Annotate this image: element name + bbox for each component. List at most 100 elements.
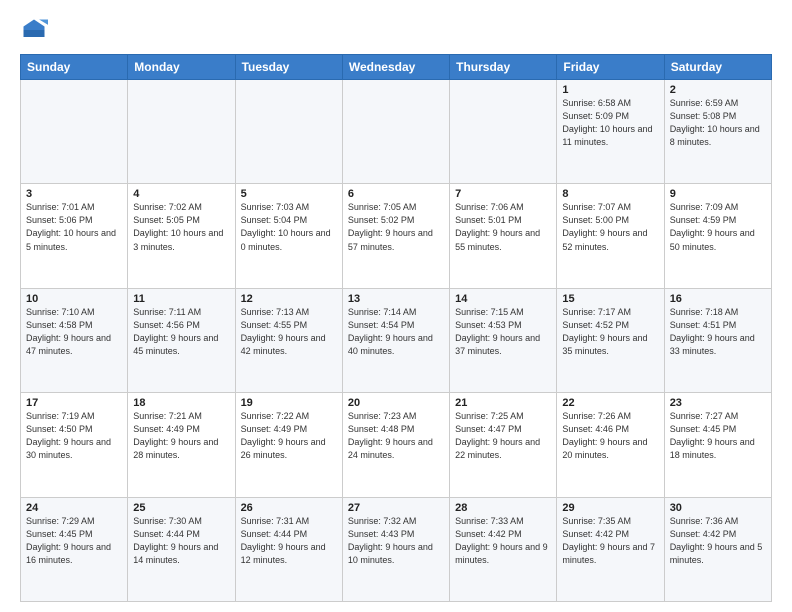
day-cell: 19Sunrise: 7:22 AM Sunset: 4:49 PM Dayli…: [235, 393, 342, 497]
day-cell: 5Sunrise: 7:03 AM Sunset: 5:04 PM Daylig…: [235, 184, 342, 288]
day-number: 20: [348, 397, 444, 409]
day-cell: 25Sunrise: 7:30 AM Sunset: 4:44 PM Dayli…: [128, 497, 235, 601]
day-number: 14: [455, 293, 551, 305]
day-cell: 30Sunrise: 7:36 AM Sunset: 4:42 PM Dayli…: [664, 497, 771, 601]
day-info: Sunrise: 7:07 AM Sunset: 5:00 PM Dayligh…: [562, 201, 658, 253]
day-number: 1: [562, 84, 658, 96]
day-info: Sunrise: 7:03 AM Sunset: 5:04 PM Dayligh…: [241, 201, 337, 253]
day-info: Sunrise: 7:05 AM Sunset: 5:02 PM Dayligh…: [348, 201, 444, 253]
day-cell: [128, 80, 235, 184]
day-number: 27: [348, 502, 444, 514]
day-info: Sunrise: 7:15 AM Sunset: 4:53 PM Dayligh…: [455, 306, 551, 358]
weekday-header-sunday: Sunday: [21, 55, 128, 80]
day-cell: 7Sunrise: 7:06 AM Sunset: 5:01 PM Daylig…: [450, 184, 557, 288]
day-info: Sunrise: 7:25 AM Sunset: 4:47 PM Dayligh…: [455, 410, 551, 462]
day-cell: 18Sunrise: 7:21 AM Sunset: 4:49 PM Dayli…: [128, 393, 235, 497]
logo: [20, 16, 52, 44]
day-number: 16: [670, 293, 766, 305]
day-cell: 14Sunrise: 7:15 AM Sunset: 4:53 PM Dayli…: [450, 288, 557, 392]
day-number: 11: [133, 293, 229, 305]
day-cell: 2Sunrise: 6:59 AM Sunset: 5:08 PM Daylig…: [664, 80, 771, 184]
day-number: 21: [455, 397, 551, 409]
day-number: 25: [133, 502, 229, 514]
day-number: 23: [670, 397, 766, 409]
day-cell: 27Sunrise: 7:32 AM Sunset: 4:43 PM Dayli…: [342, 497, 449, 601]
day-cell: 20Sunrise: 7:23 AM Sunset: 4:48 PM Dayli…: [342, 393, 449, 497]
day-cell: 1Sunrise: 6:58 AM Sunset: 5:09 PM Daylig…: [557, 80, 664, 184]
calendar-header: SundayMondayTuesdayWednesdayThursdayFrid…: [21, 55, 772, 80]
day-info: Sunrise: 7:18 AM Sunset: 4:51 PM Dayligh…: [670, 306, 766, 358]
day-cell: 3Sunrise: 7:01 AM Sunset: 5:06 PM Daylig…: [21, 184, 128, 288]
day-info: Sunrise: 7:26 AM Sunset: 4:46 PM Dayligh…: [562, 410, 658, 462]
day-info: Sunrise: 7:23 AM Sunset: 4:48 PM Dayligh…: [348, 410, 444, 462]
day-number: 3: [26, 188, 122, 200]
day-cell: [21, 80, 128, 184]
day-info: Sunrise: 7:33 AM Sunset: 4:42 PM Dayligh…: [455, 515, 551, 567]
day-info: Sunrise: 7:36 AM Sunset: 4:42 PM Dayligh…: [670, 515, 766, 567]
day-info: Sunrise: 7:30 AM Sunset: 4:44 PM Dayligh…: [133, 515, 229, 567]
day-number: 29: [562, 502, 658, 514]
day-number: 19: [241, 397, 337, 409]
day-cell: 29Sunrise: 7:35 AM Sunset: 4:42 PM Dayli…: [557, 497, 664, 601]
day-info: Sunrise: 7:06 AM Sunset: 5:01 PM Dayligh…: [455, 201, 551, 253]
day-cell: 11Sunrise: 7:11 AM Sunset: 4:56 PM Dayli…: [128, 288, 235, 392]
day-info: Sunrise: 7:21 AM Sunset: 4:49 PM Dayligh…: [133, 410, 229, 462]
day-cell: 22Sunrise: 7:26 AM Sunset: 4:46 PM Dayli…: [557, 393, 664, 497]
day-number: 8: [562, 188, 658, 200]
day-cell: 6Sunrise: 7:05 AM Sunset: 5:02 PM Daylig…: [342, 184, 449, 288]
calendar-body: 1Sunrise: 6:58 AM Sunset: 5:09 PM Daylig…: [21, 80, 772, 602]
day-number: 2: [670, 84, 766, 96]
day-number: 6: [348, 188, 444, 200]
week-row-2: 10Sunrise: 7:10 AM Sunset: 4:58 PM Dayli…: [21, 288, 772, 392]
day-info: Sunrise: 7:02 AM Sunset: 5:05 PM Dayligh…: [133, 201, 229, 253]
day-cell: 24Sunrise: 7:29 AM Sunset: 4:45 PM Dayli…: [21, 497, 128, 601]
day-cell: 17Sunrise: 7:19 AM Sunset: 4:50 PM Dayli…: [21, 393, 128, 497]
day-cell: 16Sunrise: 7:18 AM Sunset: 4:51 PM Dayli…: [664, 288, 771, 392]
day-number: 22: [562, 397, 658, 409]
day-info: Sunrise: 7:01 AM Sunset: 5:06 PM Dayligh…: [26, 201, 122, 253]
header: [20, 16, 772, 44]
day-cell: 8Sunrise: 7:07 AM Sunset: 5:00 PM Daylig…: [557, 184, 664, 288]
day-cell: 9Sunrise: 7:09 AM Sunset: 4:59 PM Daylig…: [664, 184, 771, 288]
weekday-header-wednesday: Wednesday: [342, 55, 449, 80]
weekday-row: SundayMondayTuesdayWednesdayThursdayFrid…: [21, 55, 772, 80]
day-cell: 26Sunrise: 7:31 AM Sunset: 4:44 PM Dayli…: [235, 497, 342, 601]
weekday-header-monday: Monday: [128, 55, 235, 80]
day-info: Sunrise: 6:59 AM Sunset: 5:08 PM Dayligh…: [670, 97, 766, 149]
weekday-header-tuesday: Tuesday: [235, 55, 342, 80]
day-number: 17: [26, 397, 122, 409]
day-number: 9: [670, 188, 766, 200]
calendar-table: SundayMondayTuesdayWednesdayThursdayFrid…: [20, 54, 772, 602]
day-info: Sunrise: 7:13 AM Sunset: 4:55 PM Dayligh…: [241, 306, 337, 358]
day-info: Sunrise: 7:11 AM Sunset: 4:56 PM Dayligh…: [133, 306, 229, 358]
day-number: 10: [26, 293, 122, 305]
day-number: 7: [455, 188, 551, 200]
day-cell: 4Sunrise: 7:02 AM Sunset: 5:05 PM Daylig…: [128, 184, 235, 288]
day-info: Sunrise: 7:17 AM Sunset: 4:52 PM Dayligh…: [562, 306, 658, 358]
day-info: Sunrise: 7:27 AM Sunset: 4:45 PM Dayligh…: [670, 410, 766, 462]
day-info: Sunrise: 7:14 AM Sunset: 4:54 PM Dayligh…: [348, 306, 444, 358]
week-row-3: 17Sunrise: 7:19 AM Sunset: 4:50 PM Dayli…: [21, 393, 772, 497]
day-number: 5: [241, 188, 337, 200]
day-cell: 21Sunrise: 7:25 AM Sunset: 4:47 PM Dayli…: [450, 393, 557, 497]
day-info: Sunrise: 6:58 AM Sunset: 5:09 PM Dayligh…: [562, 97, 658, 149]
day-cell: 13Sunrise: 7:14 AM Sunset: 4:54 PM Dayli…: [342, 288, 449, 392]
week-row-4: 24Sunrise: 7:29 AM Sunset: 4:45 PM Dayli…: [21, 497, 772, 601]
day-info: Sunrise: 7:31 AM Sunset: 4:44 PM Dayligh…: [241, 515, 337, 567]
day-cell: 12Sunrise: 7:13 AM Sunset: 4:55 PM Dayli…: [235, 288, 342, 392]
day-cell: 28Sunrise: 7:33 AM Sunset: 4:42 PM Dayli…: [450, 497, 557, 601]
day-number: 26: [241, 502, 337, 514]
day-cell: [235, 80, 342, 184]
day-number: 24: [26, 502, 122, 514]
day-cell: [342, 80, 449, 184]
day-info: Sunrise: 7:09 AM Sunset: 4:59 PM Dayligh…: [670, 201, 766, 253]
day-cell: [450, 80, 557, 184]
day-number: 30: [670, 502, 766, 514]
day-info: Sunrise: 7:10 AM Sunset: 4:58 PM Dayligh…: [26, 306, 122, 358]
day-info: Sunrise: 7:35 AM Sunset: 4:42 PM Dayligh…: [562, 515, 658, 567]
day-cell: 10Sunrise: 7:10 AM Sunset: 4:58 PM Dayli…: [21, 288, 128, 392]
weekday-header-friday: Friday: [557, 55, 664, 80]
day-number: 12: [241, 293, 337, 305]
week-row-1: 3Sunrise: 7:01 AM Sunset: 5:06 PM Daylig…: [21, 184, 772, 288]
day-cell: 15Sunrise: 7:17 AM Sunset: 4:52 PM Dayli…: [557, 288, 664, 392]
